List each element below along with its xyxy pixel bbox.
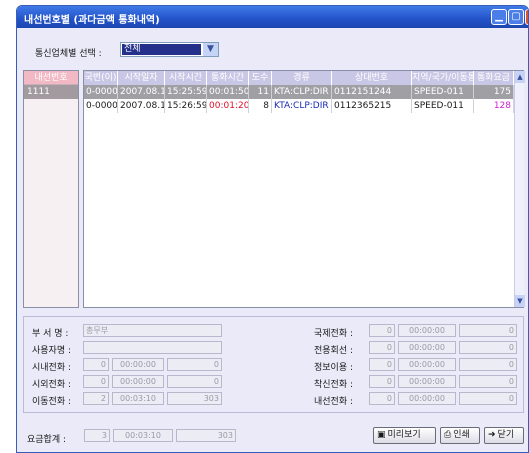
close-window-button[interactable]: ✕ — [525, 9, 528, 25]
scroll-up-icon[interactable]: ▲ — [515, 71, 525, 83]
column-header-charge[interactable]: 통화요금 — [474, 71, 514, 85]
intl-call-time: 00:00:00 — [398, 324, 456, 337]
internal-call-label: 내선전화 : — [314, 397, 354, 407]
close-button-label: 닫기 — [497, 430, 515, 440]
monitor-icon: ▣ — [377, 430, 386, 440]
vertical-scrollbar[interactable]: ▲ ▼ — [514, 71, 525, 307]
cell-start-time: 15:26:59 — [167, 99, 207, 113]
extension-list-item[interactable]: 1111 — [24, 85, 78, 99]
internal-call-amount: 0 — [459, 392, 517, 405]
summary-panel: 부 서 명 : 총무부 사용자명 : 시내전화 : 0 00:00:00 0 시… — [23, 316, 524, 413]
cell-charge: 175 — [474, 85, 514, 99]
total-label: 요금합계 : — [27, 435, 67, 445]
close-button[interactable]: ➜ 닫기 — [484, 427, 524, 444]
printer-icon: ⎙ — [444, 430, 452, 440]
intl-call-amount: 0 — [459, 324, 517, 337]
column-header-route[interactable]: 경류 — [272, 71, 332, 85]
cell-route: KTA:CLP:DIR — [272, 85, 332, 99]
cell-units: 11 — [249, 85, 272, 99]
cell-start-date: 2007.08.13 — [118, 99, 165, 113]
longdist-call-amount: 0 — [167, 375, 222, 388]
local-call-label: 시내전화 : — [32, 363, 72, 373]
preview-button-label: 미리보기 — [387, 430, 421, 440]
dept-label: 부 서 명 : — [32, 329, 69, 339]
cell-code: 0-0000 — [86, 85, 118, 99]
cell-region: SPEED-011 — [412, 85, 474, 99]
column-header-start-date[interactable]: 시작일자 — [118, 71, 165, 85]
user-label: 사용자명 : — [32, 346, 72, 356]
carrier-filter-value: 전체 — [122, 44, 201, 55]
table-row[interactable]: 0-0000 2007.08.13 15:25:59 00:01:50 11 K… — [84, 85, 514, 99]
longdist-call-time: 00:00:00 — [112, 375, 164, 388]
minimize-button[interactable]: ▁ — [491, 9, 507, 25]
print-button-label: 인쇄 — [453, 430, 470, 440]
longdist-call-label: 시외전화 : — [32, 380, 72, 390]
cell-start-date: 2007.08.13 — [118, 85, 165, 99]
preview-button[interactable]: ▣ 미리보기 — [373, 427, 436, 444]
info-service-amount: 0 — [459, 358, 517, 371]
column-header-region[interactable]: 지역/국가/이동통 — [412, 71, 474, 85]
print-button[interactable]: ⎙ 인쇄 — [440, 427, 480, 444]
callback-call-count: 0 — [369, 375, 395, 388]
internal-call-count: 0 — [369, 392, 395, 405]
leased-line-amount: 0 — [459, 341, 517, 354]
carrier-filter-label: 통신업체별 선택 : — [35, 49, 102, 59]
cell-start-time: 15:25:59 — [167, 85, 207, 99]
cell-dialed-number: 0112151244 — [332, 85, 412, 99]
chevron-down-icon[interactable]: ▼ — [203, 43, 218, 56]
cell-units: 8 — [249, 99, 272, 113]
info-service-count: 0 — [369, 358, 395, 371]
total-amount: 303 — [176, 429, 236, 442]
callback-call-time: 00:00:00 — [398, 375, 456, 388]
internal-call-time: 00:00:00 — [398, 392, 456, 405]
app-window: 내선번호별 (과다금액 통화내역) ▁ ▢ ✕ 통신업체별 선택 : 전체 ▼ … — [16, 5, 529, 453]
mobile-call-amount: 303 — [167, 392, 222, 405]
info-service-label: 정보이용 : — [314, 363, 354, 373]
title-bar[interactable]: 내선번호별 (과다금액 통화내역) ▁ ▢ ✕ — [17, 6, 528, 28]
user-field — [83, 341, 222, 354]
info-service-time: 00:00:00 — [398, 358, 456, 371]
total-count: 3 — [84, 429, 110, 442]
callback-call-label: 착신전화 : — [314, 380, 354, 390]
scroll-down-icon[interactable]: ▼ — [515, 295, 525, 307]
intl-call-count: 0 — [369, 324, 395, 337]
call-records-table[interactable]: 국번(이) 시작일자 시작시간 통화시간 도수 경류 상대번호 지역/국가/이동… — [83, 70, 525, 308]
table-row[interactable]: 0-0000 2007.08.13 15:26:59 00:01:20 8 KT… — [84, 99, 514, 113]
carrier-filter-select[interactable]: 전체 ▼ — [120, 42, 219, 57]
callback-call-amount: 0 — [459, 375, 517, 388]
cell-region: SPEED-011 — [412, 99, 474, 113]
intl-call-label: 국제전화 : — [314, 329, 354, 339]
total-time: 00:03:10 — [113, 429, 173, 442]
leased-line-time: 00:00:00 — [398, 341, 456, 354]
leased-line-label: 전용회선 : — [314, 346, 354, 356]
column-header-code[interactable]: 국번(이) — [84, 71, 118, 85]
leased-line-count: 0 — [369, 341, 395, 354]
local-call-time: 00:00:00 — [112, 358, 164, 371]
column-header-start-time[interactable]: 시작시간 — [165, 71, 207, 85]
maximize-button[interactable]: ▢ — [508, 9, 524, 25]
mobile-call-time: 00:03:10 — [112, 392, 164, 405]
local-call-amount: 0 — [167, 358, 222, 371]
column-header-dialed-number[interactable]: 상대번호 — [332, 71, 412, 85]
exit-icon: ➜ — [488, 430, 496, 440]
cell-code: 0-0000 — [86, 99, 118, 113]
mobile-call-label: 이동전화 : — [32, 397, 72, 407]
local-call-count: 0 — [83, 358, 109, 371]
cell-charge: 128 — [474, 99, 514, 113]
cell-route: KTA:CLP:DIR — [272, 99, 332, 113]
cell-dialed-number: 0112365215 — [332, 99, 412, 113]
cell-duration: 00:01:20 — [209, 99, 249, 113]
column-header-units[interactable]: 도수 — [249, 71, 272, 85]
mobile-call-count: 2 — [83, 392, 109, 405]
longdist-call-count: 0 — [83, 375, 109, 388]
column-header-duration[interactable]: 통화시간 — [207, 71, 249, 85]
cell-duration: 00:01:50 — [209, 85, 249, 99]
extension-list-header: 내선번호 — [24, 71, 78, 85]
window-title: 내선번호별 (과다금액 통화내역) — [24, 15, 160, 26]
table-header: 국번(이) 시작일자 시작시간 통화시간 도수 경류 상대번호 지역/국가/이동… — [84, 71, 514, 85]
extension-list[interactable]: 내선번호 1111 — [23, 70, 79, 308]
dept-field: 총무부 — [83, 324, 222, 337]
